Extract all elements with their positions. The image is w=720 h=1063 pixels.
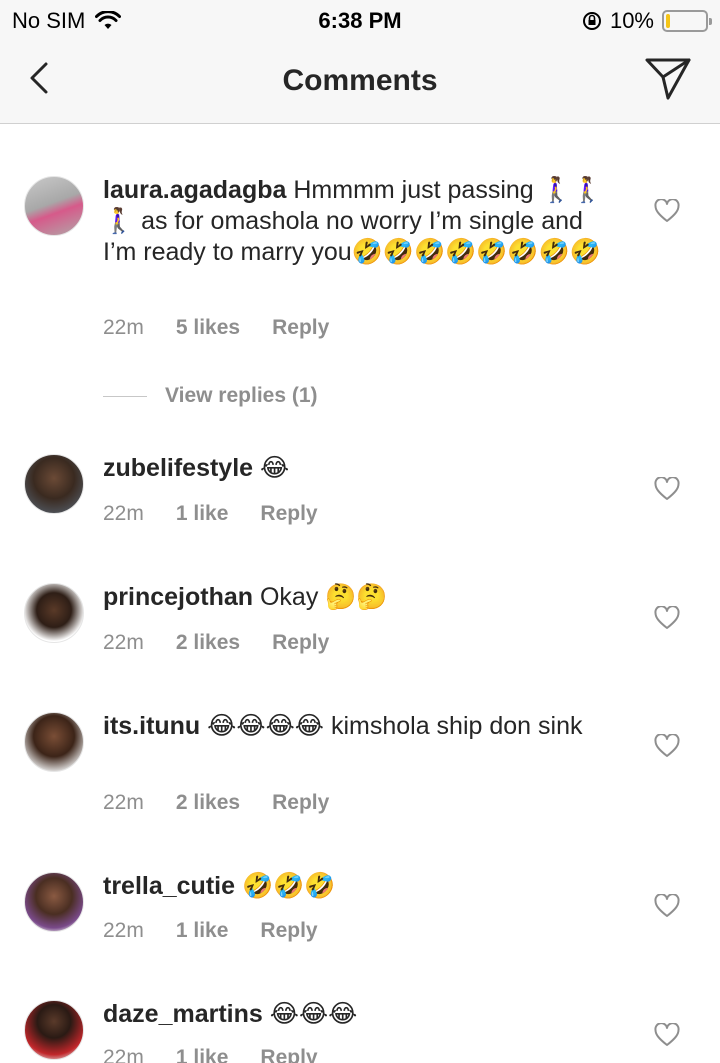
comment-meta: 22m 2 likes Reply	[103, 791, 329, 815]
reply-button[interactable]: Reply	[260, 502, 317, 526]
heart-outline-icon[interactable]	[654, 734, 680, 758]
battery-percent: 10%	[609, 8, 654, 33]
likes-count[interactable]: 1 like	[176, 1046, 229, 1063]
divider	[103, 395, 147, 397]
comment-meta: 22m 1 like Reply	[103, 919, 318, 943]
comment-username[interactable]: laura.agadagba	[103, 176, 286, 204]
likes-count[interactable]: 2 likes	[176, 631, 240, 655]
reply-button[interactable]: Reply	[272, 316, 329, 340]
comment-text: 😂	[260, 454, 290, 482]
comment-time: 22m	[103, 919, 144, 942]
comment-meta: 22m 1 like Reply	[103, 1046, 318, 1063]
likes-count[interactable]: 1 like	[176, 919, 229, 943]
comment-username[interactable]: trella_cutie	[103, 872, 235, 900]
avatar[interactable]	[24, 454, 84, 514]
comment-body: its.itunu 😂😂😂😂 kimshola ship don sink	[103, 711, 623, 742]
avatar[interactable]	[24, 583, 84, 643]
avatar[interactable]	[24, 1000, 84, 1060]
heart-outline-icon[interactable]	[654, 894, 680, 918]
comment-username[interactable]: zubelifestyle	[103, 454, 253, 482]
reply-button[interactable]: Reply	[260, 1046, 317, 1063]
likes-count[interactable]: 2 likes	[176, 791, 240, 815]
comment-text: 🤣🤣🤣	[241, 872, 336, 900]
comment-meta: 22m 5 likes Reply	[103, 316, 329, 340]
comment-text: Okay 🤔🤔	[259, 583, 388, 611]
comment-time: 22m	[103, 631, 144, 654]
comment-body: zubelifestyle 😂	[103, 453, 623, 484]
comment-meta: 22m 1 like Reply	[103, 502, 318, 526]
comment-text: 😂😂😂😂 kimshola ship don sink	[207, 712, 583, 740]
paper-plane-icon[interactable]	[644, 56, 692, 102]
comment-time: 22m	[103, 316, 144, 339]
comment-username[interactable]: daze_martins	[103, 1000, 263, 1028]
heart-outline-icon[interactable]	[654, 606, 680, 630]
comment-body: princejothan Okay 🤔🤔	[103, 582, 623, 613]
avatar[interactable]	[24, 176, 84, 236]
comment-username[interactable]: princejothan	[103, 583, 253, 611]
battery-fill	[666, 14, 670, 28]
orientation-lock-icon	[582, 12, 601, 30]
heart-outline-icon[interactable]	[654, 477, 680, 501]
view-replies[interactable]: View replies (1)	[103, 384, 318, 408]
page-title: Comments	[282, 64, 438, 97]
comment-body: laura.agadagba Hmmmm just passing 🚶‍♀️🚶‍…	[103, 175, 623, 268]
avatar[interactable]	[24, 712, 84, 772]
reply-button[interactable]: Reply	[272, 791, 329, 815]
likes-count[interactable]: 5 likes	[176, 316, 240, 340]
comment-meta: 22m 2 likes Reply	[103, 631, 329, 655]
reply-button[interactable]: Reply	[272, 631, 329, 655]
reply-button[interactable]: Reply	[260, 919, 317, 943]
comment-time: 22m	[103, 1046, 144, 1063]
avatar[interactable]	[24, 872, 84, 932]
comment-body: trella_cutie 🤣🤣🤣	[103, 871, 623, 902]
comment-time: 22m	[103, 502, 144, 525]
view-replies-label[interactable]: View replies (1)	[165, 384, 318, 408]
heart-outline-icon[interactable]	[654, 199, 680, 223]
comment-body: daze_martins 😂😂😂	[103, 999, 623, 1030]
status-bar: No SIM 6:38 PM 10%	[0, 0, 720, 40]
comment-time: 22m	[103, 791, 144, 814]
heart-outline-icon[interactable]	[654, 1023, 680, 1047]
comment-username[interactable]: its.itunu	[103, 712, 200, 740]
nav-bar: Comments	[0, 40, 720, 124]
battery-group: 10%	[582, 8, 712, 34]
likes-count[interactable]: 1 like	[176, 502, 229, 526]
comment-text: 😂😂😂	[269, 1000, 358, 1028]
battery-icon	[662, 10, 712, 32]
